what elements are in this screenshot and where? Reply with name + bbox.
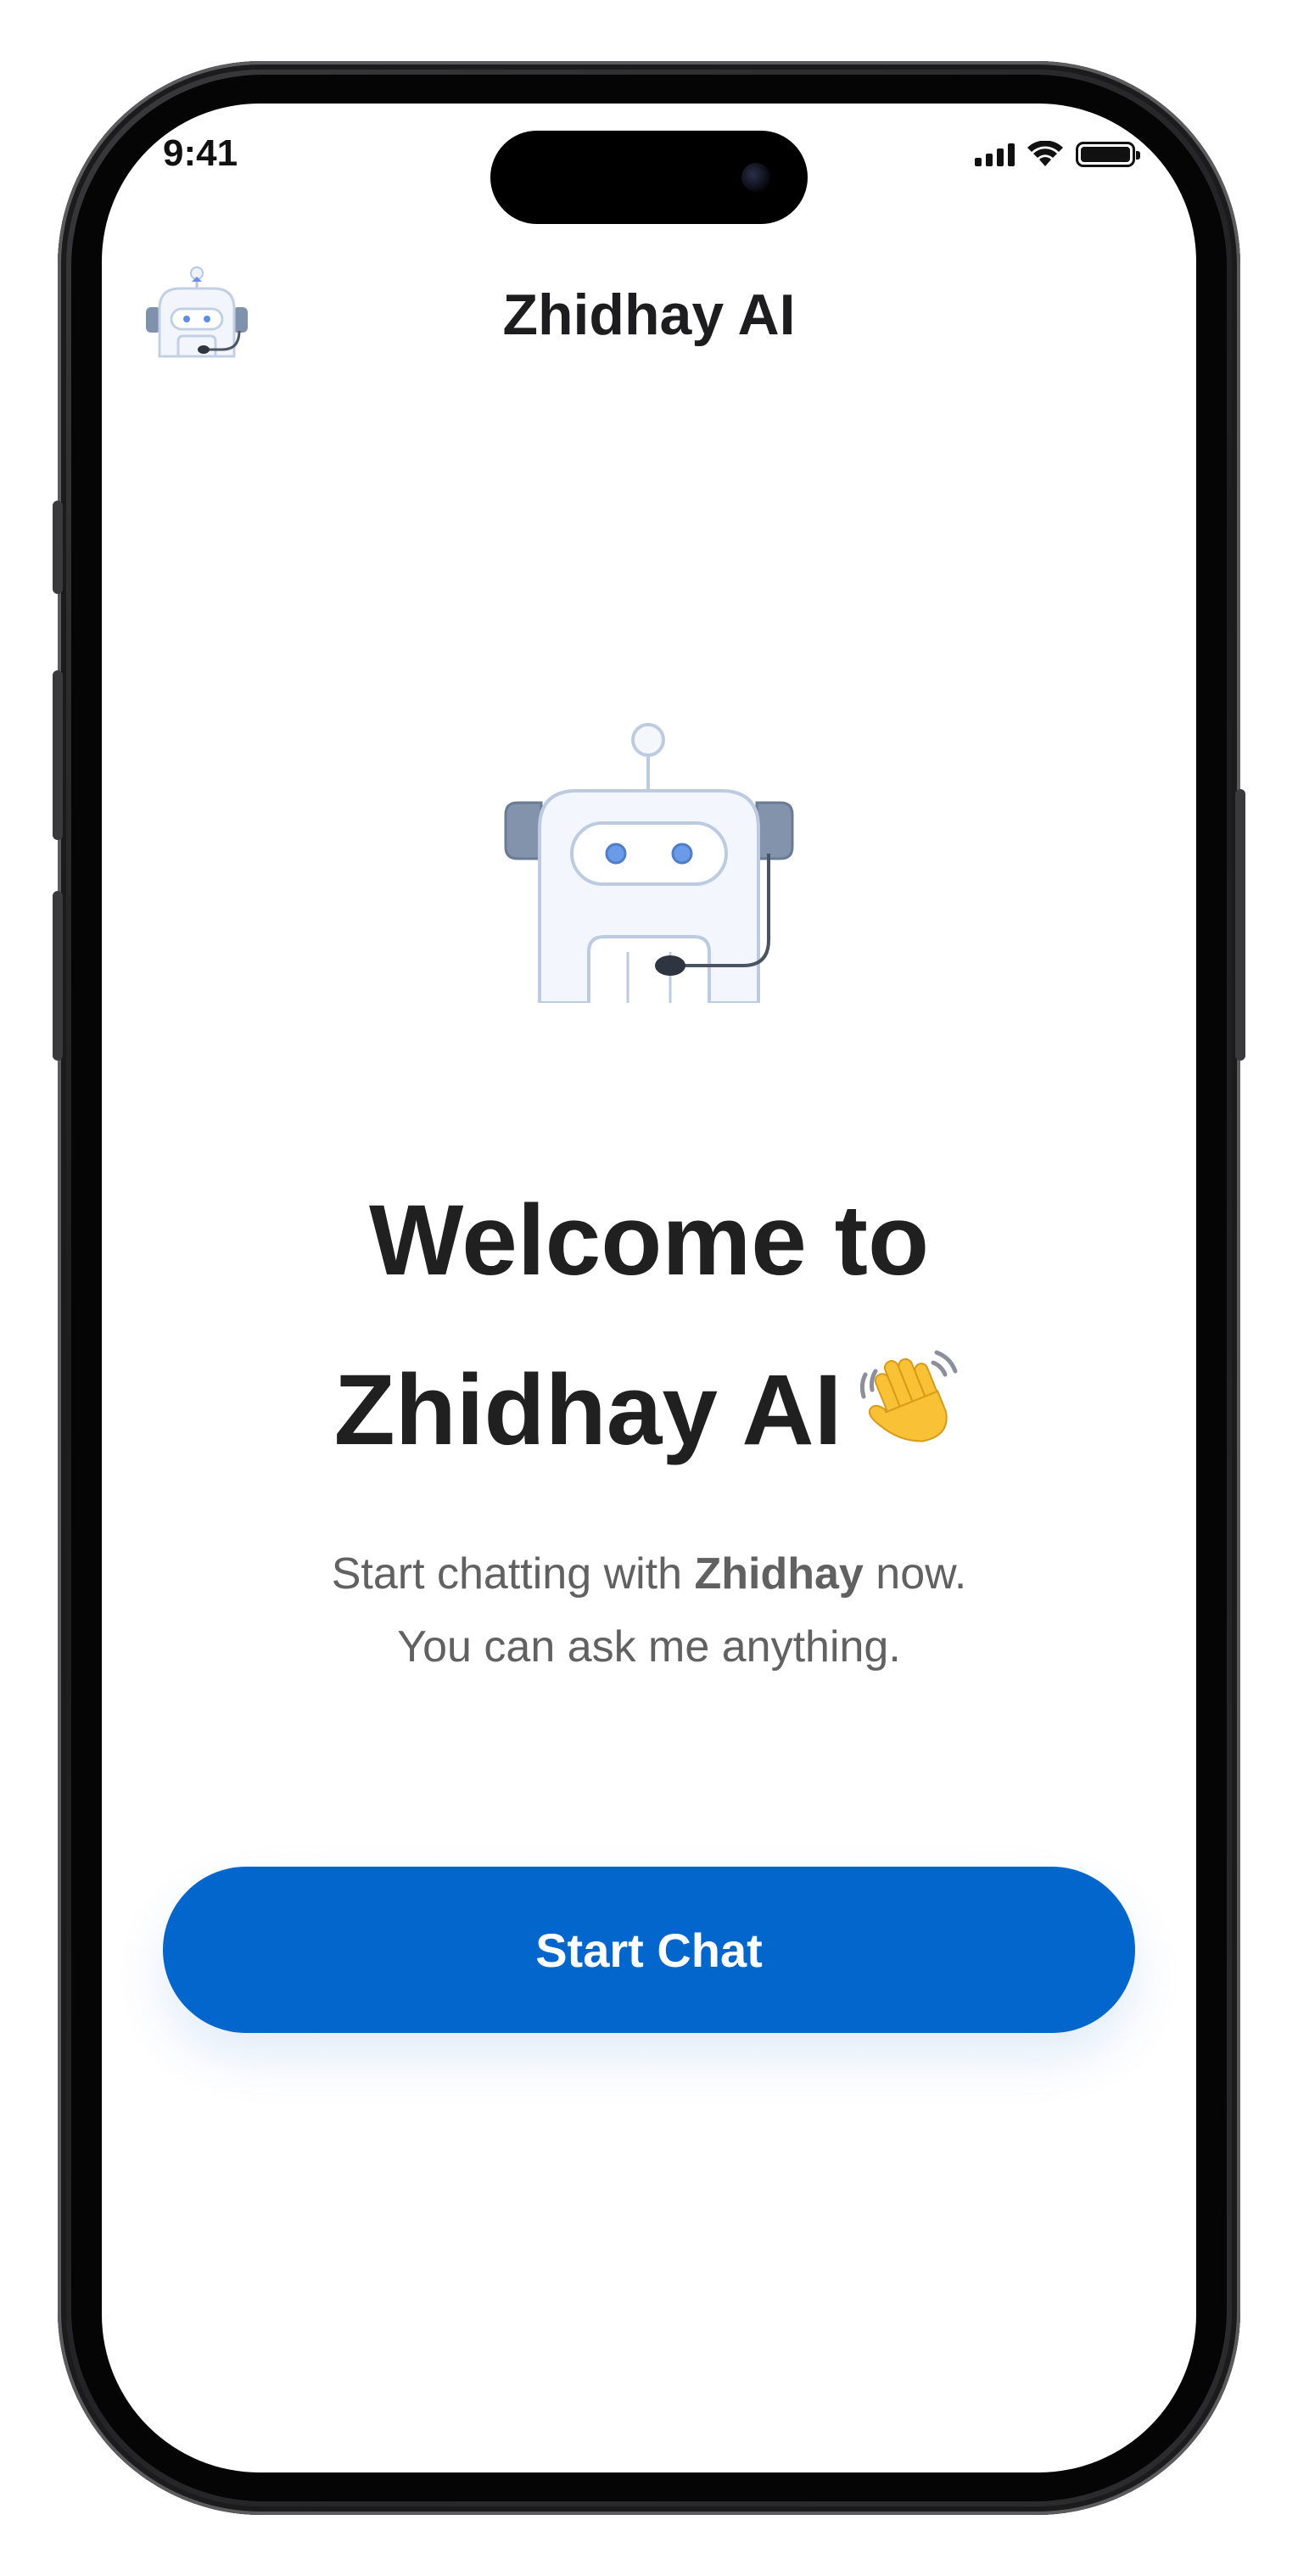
app-title: Zhidhay AI bbox=[502, 283, 796, 347]
subtitle-line-2: You can ask me anything. bbox=[397, 1622, 901, 1672]
subtitle-text-end: now. bbox=[863, 1549, 967, 1599]
welcome-app-name: Zhidhay AI bbox=[333, 1354, 842, 1466]
subtitle-line-1: Start chatting with Zhidhay now. bbox=[102, 1537, 1196, 1610]
robot-headset-icon bbox=[501, 723, 797, 1005]
wifi-icon bbox=[1027, 141, 1063, 166]
welcome-subtitle: Start chatting with Zhidhay now. You can… bbox=[102, 1537, 1196, 1683]
app-screen: 9:41 Zhidhay AI Welcome to Zhidhay AI St… bbox=[102, 104, 1196, 2472]
dynamic-island bbox=[490, 131, 808, 224]
power-button bbox=[1235, 789, 1245, 1061]
volume-up-button bbox=[53, 670, 63, 840]
status-time: 9:41 bbox=[163, 132, 238, 174]
status-icons bbox=[975, 141, 1140, 168]
welcome-heading: Welcome to Zhidhay AI bbox=[102, 1156, 1196, 1495]
subtitle-bot-name: Zhidhay bbox=[694, 1549, 864, 1599]
start-chat-button[interactable]: Start Chat bbox=[163, 1867, 1135, 2033]
welcome-line-1: Welcome to bbox=[368, 1184, 930, 1296]
camera-lens-icon bbox=[741, 163, 770, 192]
cellular-signal-icon bbox=[975, 143, 1015, 166]
welcome-line-2: Zhidhay AI bbox=[102, 1325, 1196, 1495]
waving-hand-icon bbox=[853, 1337, 964, 1448]
volume-down-button bbox=[53, 891, 63, 1061]
battery-icon bbox=[1076, 142, 1140, 167]
action-button bbox=[53, 501, 63, 594]
subtitle-text: Start chatting with bbox=[331, 1549, 695, 1599]
device-mockup: 9:41 Zhidhay AI Welcome to Zhidhay AI St… bbox=[0, 0, 1298, 2576]
